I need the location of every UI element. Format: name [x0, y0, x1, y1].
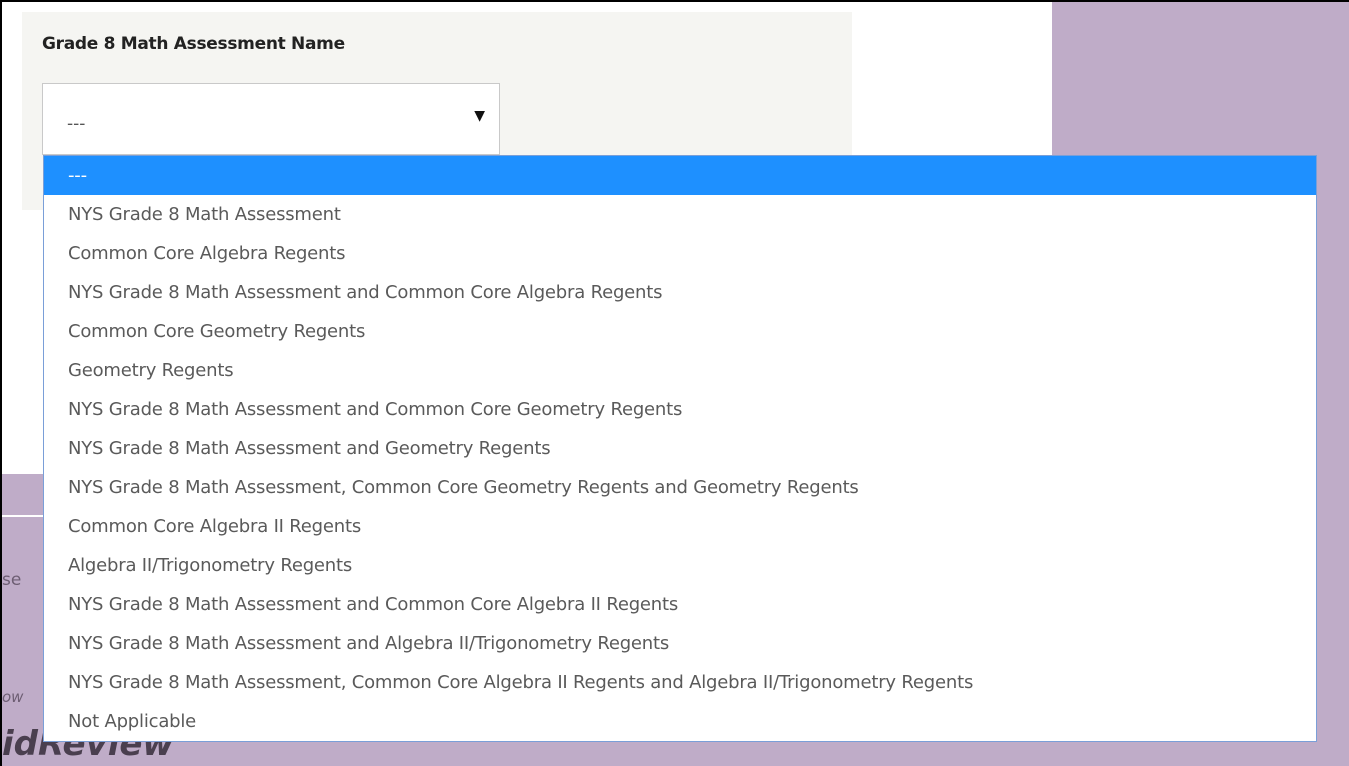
background-divider [2, 515, 44, 517]
background-text-fragment: se [2, 570, 22, 590]
caret-down-icon: ▼ [474, 108, 485, 124]
dropdown-option[interactable]: NYS Grade 8 Math Assessment and Common C… [44, 585, 1316, 624]
dropdown-option[interactable]: NYS Grade 8 Math Assessment, Common Core… [44, 663, 1316, 702]
dropdown-options-list[interactable]: --- NYS Grade 8 Math Assessment Common Cor… [43, 155, 1317, 742]
dropdown-option[interactable]: NYS Grade 8 Math Assessment and Geometry… [44, 429, 1316, 468]
dropdown-option[interactable]: --- [44, 156, 1316, 195]
dropdown-option[interactable]: Common Core Geometry Regents [44, 312, 1316, 351]
assessment-name-select[interactable]: --- ▼ [42, 83, 500, 155]
dropdown-option[interactable]: NYS Grade 8 Math Assessment [44, 195, 1316, 234]
dropdown-option[interactable]: NYS Grade 8 Math Assessment and Algebra … [44, 624, 1316, 663]
background-text-fragment: ow [2, 688, 24, 706]
dropdown-option[interactable]: NYS Grade 8 Math Assessment and Common C… [44, 390, 1316, 429]
dropdown-option[interactable]: Common Core Algebra Regents [44, 234, 1316, 273]
dropdown-option[interactable]: NYS Grade 8 Math Assessment and Common C… [44, 273, 1316, 312]
field-label: Grade 8 Math Assessment Name [42, 34, 345, 54]
dropdown-option[interactable]: Algebra II/Trigonometry Regents [44, 546, 1316, 585]
select-value: --- [67, 114, 86, 134]
dropdown-option[interactable]: Not Applicable [44, 702, 1316, 741]
dropdown-option[interactable]: NYS Grade 8 Math Assessment, Common Core… [44, 468, 1316, 507]
dropdown-option[interactable]: Geometry Regents [44, 351, 1316, 390]
dropdown-option[interactable]: Common Core Algebra II Regents [44, 507, 1316, 546]
